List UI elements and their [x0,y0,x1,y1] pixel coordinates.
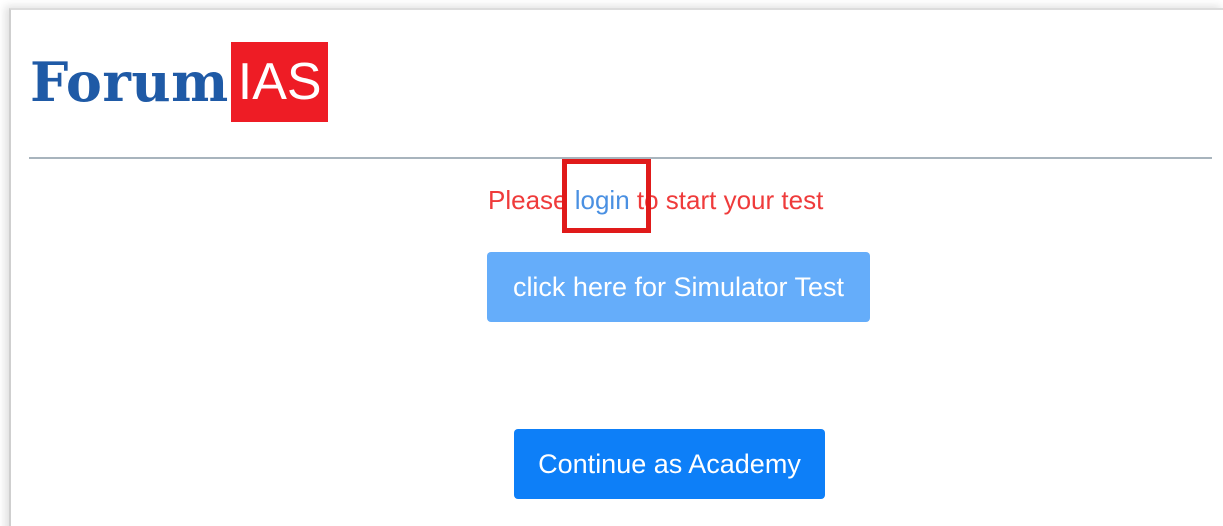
login-notice: Please login to start your test [488,182,823,218]
continue-as-academy-button[interactable]: Continue as Academy [514,429,825,499]
simulator-test-button[interactable]: click here for Simulator Test [487,252,870,322]
forumias-logo[interactable]: Forum IAS [30,42,328,122]
logo-ias-text: IAS [230,42,328,122]
logo-forum-text: Forum [30,50,229,114]
header-divider [29,157,1212,159]
login-link[interactable]: login [575,185,630,215]
notice-suffix: to start your test [629,185,824,215]
notice-prefix: Please [488,185,575,215]
